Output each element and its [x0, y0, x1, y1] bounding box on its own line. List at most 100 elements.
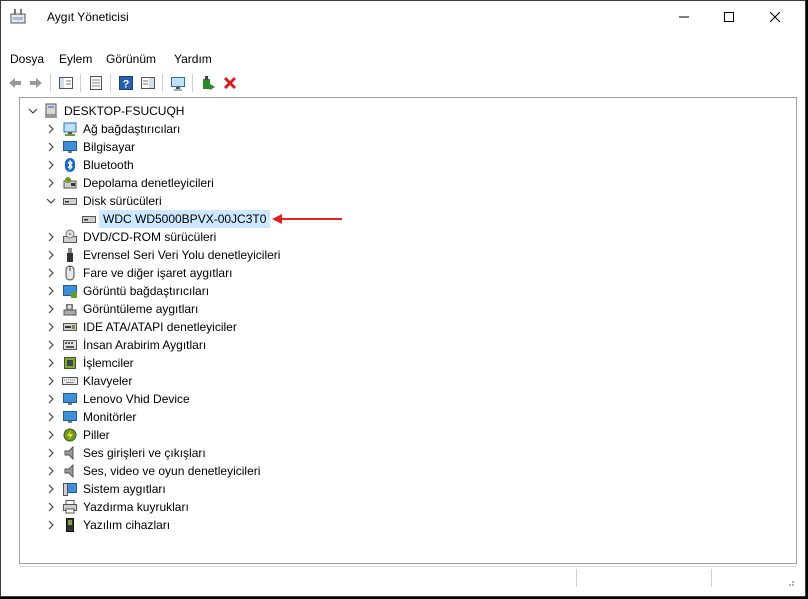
- hid-icon: [63, 340, 77, 350]
- tree-category-row[interactable]: Sistem aygıtları: [20, 480, 420, 498]
- expand-chevron-icon[interactable]: [46, 300, 56, 318]
- expand-chevron-icon[interactable]: [46, 480, 56, 498]
- expand-chevron-icon[interactable]: [46, 462, 56, 480]
- tree-category-row[interactable]: İnsan Arabirim Aygıtları: [20, 336, 420, 354]
- tree-category-label: Evrensel Seri Veri Yolu denetleyicileri: [83, 248, 281, 262]
- show-hidden-button[interactable]: [85, 72, 107, 94]
- disk-drive-item[interactable]: WDC WD5000BPVX-00JC3T0: [20, 210, 380, 228]
- expand-chevron-icon[interactable]: [46, 498, 56, 516]
- expand-chevron-icon[interactable]: [46, 390, 56, 408]
- expand-chevron-icon[interactable]: [46, 318, 56, 336]
- tree-category-row[interactable]: Disk sürücüleri: [20, 192, 420, 210]
- tree-category-row[interactable]: Ses girişleri ve çıkışları: [20, 444, 420, 462]
- network-adapter-icon: [63, 122, 77, 136]
- tree-category-row[interactable]: Ağ bağdaştırıcıları: [20, 120, 420, 138]
- camera-icon: [63, 304, 77, 316]
- menu-eylem[interactable]: Eylem: [59, 52, 92, 66]
- disk-drive-icon: [63, 198, 77, 205]
- expand-chevron-icon[interactable]: [46, 408, 56, 426]
- back-button[interactable]: [4, 72, 26, 94]
- tree-category-label: Monitörler: [83, 410, 137, 424]
- device-manager-app-icon: [10, 9, 26, 24]
- tree-category-row[interactable]: Piller: [20, 426, 420, 444]
- monitor-icon: [63, 411, 77, 423]
- tree-category-row[interactable]: Görüntü bağdaştırıcıları: [20, 282, 420, 300]
- tree-category-label: Sistem aygıtları: [83, 482, 166, 496]
- tree-category-row[interactable]: İşlemciler: [20, 354, 420, 372]
- menu-dosya[interactable]: Dosya: [10, 52, 44, 66]
- tree-category-row[interactable]: Yazdırma kuyrukları: [20, 498, 420, 516]
- tree-category-row[interactable]: Ses, video ve oyun denetleyicileri: [20, 462, 420, 480]
- computer-name: DESKTOP-FSUCUQH: [64, 104, 185, 118]
- scan-hardware-icon: [171, 77, 185, 91]
- collapse-chevron-icon[interactable]: [46, 192, 56, 210]
- status-bar-divider: [711, 569, 712, 587]
- expand-chevron-icon[interactable]: [46, 138, 56, 156]
- tree-root[interactable]: DESKTOP-FSUCUQH: [20, 102, 320, 120]
- help-icon: ?: [119, 76, 133, 91]
- expand-chevron-icon[interactable]: [46, 516, 56, 534]
- uninstall-button[interactable]: [219, 72, 241, 94]
- device-tree[interactable]: DESKTOP-FSUCUQH Ağ bağdaştırıcıları Bilgi…: [19, 97, 797, 564]
- expand-chevron-icon[interactable]: [46, 156, 56, 174]
- tree-category-row[interactable]: Monitörler: [20, 408, 420, 426]
- toolbar-separator: [50, 74, 51, 92]
- maximize-button[interactable]: [706, 1, 752, 32]
- tree-category-label: Klavyeler: [83, 374, 133, 388]
- tree-category-label: Bilgisayar: [83, 140, 136, 154]
- bluetooth-icon: [65, 158, 75, 172]
- tree-category-label: IDE ATA/ATAPI denetleyiciler: [83, 320, 237, 334]
- tree-category-row[interactable]: Lenovo Vhid Device: [20, 390, 420, 408]
- expand-chevron-icon[interactable]: [46, 336, 56, 354]
- expand-chevron-icon[interactable]: [46, 246, 56, 264]
- expand-chevron-icon[interactable]: [46, 372, 56, 390]
- tree-category-row[interactable]: IDE ATA/ATAPI denetleyiciler: [20, 318, 420, 336]
- tree-category-row[interactable]: Depolama denetleyicileri: [20, 174, 420, 192]
- close-button[interactable]: [752, 1, 798, 32]
- tree-category-row[interactable]: Klavyeler: [20, 372, 420, 390]
- print-queue-icon: [63, 500, 77, 514]
- menu-yardim[interactable]: Yardım: [174, 52, 212, 66]
- tree-category-label: İnsan Arabirim Aygıtları: [83, 338, 207, 352]
- properties-pane-button[interactable]: [55, 72, 77, 94]
- help-button[interactable]: ?: [115, 72, 137, 94]
- scan-hardware-button[interactable]: [167, 72, 189, 94]
- collapse-chevron-icon[interactable]: [28, 102, 38, 120]
- display-adapter-icon: [63, 285, 77, 298]
- minimize-button[interactable]: [661, 1, 707, 32]
- tree-category-row[interactable]: Evrensel Seri Veri Yolu denetleyicileri: [20, 246, 420, 264]
- tree-category-label: İşlemciler: [83, 356, 134, 370]
- tree-category-row[interactable]: Bilgisayar: [20, 138, 420, 156]
- tree-category-row[interactable]: Fare ve diğer işaret aygıtları: [20, 264, 420, 282]
- expand-chevron-icon[interactable]: [46, 282, 56, 300]
- expand-chevron-icon[interactable]: [46, 426, 56, 444]
- expand-chevron-icon[interactable]: [46, 228, 56, 246]
- computer-monitor-icon: [63, 141, 77, 153]
- title-bar: Aygıt Yöneticisi: [1, 1, 805, 32]
- status-bar: [19, 566, 797, 589]
- view-button[interactable]: [137, 72, 159, 94]
- tree-category-label: Ağ bağdaştırıcıları: [83, 122, 181, 136]
- expand-chevron-icon[interactable]: [46, 264, 56, 282]
- processor-icon: [64, 357, 76, 369]
- device-manager-window: Aygıt Yöneticisi Dosya Eylem Görünüm Yar…: [0, 0, 806, 597]
- storage-controller-icon: [63, 177, 77, 189]
- tree-category-row[interactable]: Görüntüleme aygıtları: [20, 300, 420, 318]
- menu-gorunum[interactable]: Görünüm: [106, 52, 156, 66]
- expand-chevron-icon[interactable]: [46, 354, 56, 372]
- disk-drive-label[interactable]: WDC WD5000BPVX-00JC3T0: [99, 210, 271, 228]
- forward-button[interactable]: [25, 72, 47, 94]
- tree-category-row[interactable]: Bluetooth: [20, 156, 420, 174]
- close-icon: [770, 11, 780, 22]
- expand-chevron-icon[interactable]: [46, 120, 56, 138]
- tree-category-label: Disk sürücüleri: [83, 194, 162, 208]
- expand-chevron-icon[interactable]: [46, 444, 56, 462]
- expand-chevron-icon[interactable]: [46, 174, 56, 192]
- update-driver-button[interactable]: [197, 72, 219, 94]
- toolbar-separator: [192, 74, 193, 92]
- resize-grip-icon[interactable]: [785, 577, 795, 587]
- tree-category-row[interactable]: Yazılım cihazları: [20, 516, 420, 534]
- tree-category-label: Bluetooth: [83, 158, 134, 172]
- window-title: Aygıt Yöneticisi: [47, 10, 129, 24]
- tree-category-row[interactable]: DVD/CD-ROM sürücüleri: [20, 228, 420, 246]
